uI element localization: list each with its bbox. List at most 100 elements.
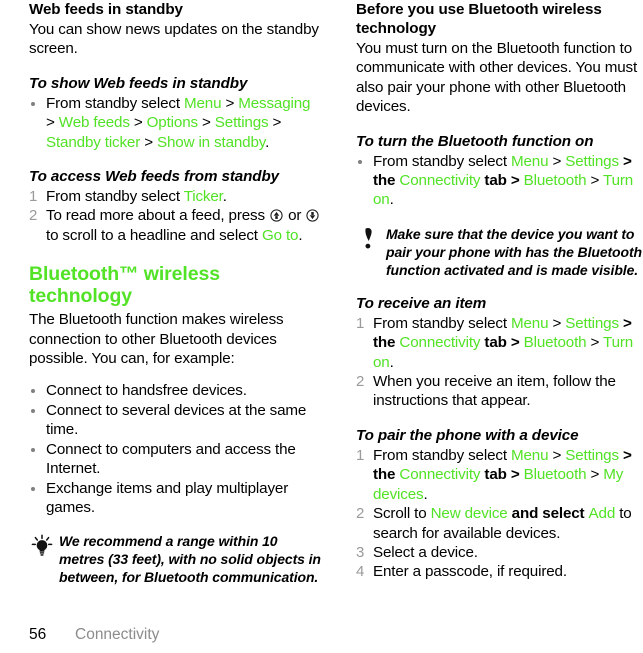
- separator: >: [140, 133, 157, 151]
- separator: >: [46, 114, 59, 132]
- list-item: 2 Scroll to New device and select Add to…: [356, 504, 643, 543]
- ui-term-settings: Settings: [565, 152, 619, 170]
- step-number: 1: [356, 314, 365, 332]
- separator: >: [221, 94, 239, 112]
- tip-callout: We recommend a range within 10 metres (3…: [29, 532, 321, 586]
- list-access-web-feeds: 1 From standby select Ticker. 2 To read …: [29, 187, 321, 245]
- step-number: 3: [356, 543, 365, 561]
- ui-term-new-device: New device: [430, 505, 508, 523]
- ui-term-connectivity: Connectivity: [399, 172, 481, 190]
- step-number: 1: [356, 446, 365, 464]
- heading-to-receive-an-item: To receive an item: [356, 294, 487, 312]
- step-text-lead: From standby select: [373, 152, 511, 170]
- list-item: 4 Enter a passcode, if required.: [356, 562, 643, 581]
- list-item: 2 When you receive an item, follow the i…: [356, 372, 643, 411]
- ui-term-menu: Menu: [183, 94, 222, 112]
- separator: >: [129, 114, 147, 132]
- separator: >: [197, 114, 215, 132]
- list-item: From standby select Menu > Settings > th…: [356, 152, 643, 210]
- separator: >: [548, 152, 566, 170]
- period: .: [389, 191, 394, 209]
- step-number: 1: [29, 188, 38, 206]
- ui-term-ticker: Ticker: [183, 188, 223, 206]
- list-item: Connect to several devices at the same t…: [29, 401, 321, 440]
- bullet-dot-icon: [31, 389, 35, 394]
- bullet-text: Connect to handsfree devices.: [46, 382, 247, 400]
- separator: >: [586, 334, 604, 352]
- step-text-lead: From standby select: [373, 314, 511, 332]
- ui-term-connectivity: Connectivity: [399, 334, 481, 352]
- page-footer: 56 Connectivity: [29, 626, 159, 644]
- step-text-lead: Scroll to: [373, 505, 431, 523]
- list-item: 3 Select a device.: [356, 543, 643, 562]
- period: .: [222, 188, 227, 206]
- ui-term-bluetooth: Bluetooth: [523, 334, 587, 352]
- step-number: 2: [356, 373, 365, 391]
- step-text-a: To read more about a feed, press: [46, 207, 269, 225]
- page-number: 56: [29, 626, 47, 643]
- paragraph-web-feeds-intro: You can show news updates on the standby…: [29, 21, 319, 58]
- tip-text: We recommend a range within 10 metres (3…: [59, 533, 321, 586]
- list-item: 1 From standby select Menu > Settings > …: [356, 446, 643, 504]
- separator: >: [586, 172, 604, 190]
- ui-term-options: Options: [146, 114, 198, 132]
- heading-to-show-web-feeds-in-standby: To show Web feeds in standby: [29, 74, 248, 92]
- step-text: Select a device.: [373, 543, 478, 561]
- heading-to-turn-the-bluetooth-function-on: To turn the Bluetooth function on: [356, 132, 594, 150]
- ui-term-standby-ticker: Standby ticker: [46, 133, 141, 151]
- heading-web-feeds-in-standby: Web feeds in standby: [29, 1, 183, 18]
- separator-tab: tab >: [480, 172, 524, 190]
- separator: >: [548, 314, 566, 332]
- list-item: From standby select Menu > Messaging > W…: [29, 94, 321, 152]
- bullet-dot-icon: [31, 447, 35, 452]
- right-column: Before you use Bluetooth wireless techno…: [356, 0, 643, 582]
- period: .: [423, 485, 428, 503]
- heading-to-access-web-feeds-from-standby: To access Web feeds from standby: [29, 168, 280, 186]
- step-text-b: or: [284, 207, 306, 225]
- lightbulb-tip-icon: [29, 533, 55, 559]
- note-callout: Make sure that the device you want to pa…: [356, 225, 643, 279]
- list-item: Connect to handsfree devices.: [29, 381, 321, 400]
- ui-term-menu: Menu: [510, 314, 549, 332]
- step-text: When you receive an item, follow the ins…: [373, 373, 616, 410]
- list-bluetooth-capabilities: Connect to handsfree devices. Connect to…: [29, 381, 321, 517]
- separator: >: [586, 466, 604, 484]
- separator: >: [548, 446, 566, 464]
- step-text-c: to scroll to a headline and select: [46, 226, 262, 244]
- list-item: Exchange items and play multiplayer game…: [29, 479, 321, 518]
- paragraph-bluetooth-intro: The Bluetooth function makes wireless co…: [29, 311, 284, 368]
- list-pair-phone: 1 From standby select Menu > Settings > …: [356, 446, 643, 582]
- step-text-lead: From standby select: [46, 188, 184, 206]
- bullet-text: Connect to several devices at the same t…: [46, 401, 307, 439]
- bullet-dot-icon: [31, 486, 35, 491]
- list-show-web-feeds: From standby select Menu > Messaging > W…: [29, 94, 321, 152]
- step-number: 2: [29, 207, 38, 225]
- bullet-dot-icon: [31, 101, 35, 106]
- bullet-text: Connect to computers and access the Inte…: [46, 440, 296, 478]
- step-text-lead: From standby select: [46, 94, 184, 112]
- ui-term-connectivity: Connectivity: [399, 466, 481, 484]
- separator-tab: tab >: [480, 334, 524, 352]
- step-number: 4: [356, 563, 365, 581]
- period: .: [298, 226, 303, 244]
- paragraph-before-you-use-intro: You must turn on the Bluetooth function …: [356, 40, 638, 116]
- ui-term-messaging: Messaging: [238, 94, 311, 112]
- list-item: Connect to computers and access the Inte…: [29, 440, 321, 479]
- list-receive-an-item: 1 From standby select Menu > Settings > …: [356, 314, 643, 411]
- chapter-name: Connectivity: [75, 626, 160, 643]
- ui-term-menu: Menu: [510, 446, 549, 464]
- ui-term-settings: Settings: [565, 314, 619, 332]
- bullet-dot-icon: [31, 408, 35, 413]
- bullet-text: Exchange items and play multiplayer game…: [46, 479, 289, 516]
- ui-term-bluetooth: Bluetooth: [523, 466, 587, 484]
- ui-term-settings: Settings: [214, 114, 269, 132]
- ui-term-menu: Menu: [510, 152, 549, 170]
- ui-term-bluetooth: Bluetooth: [523, 172, 587, 190]
- list-item: 1 From standby select Menu > Settings > …: [356, 314, 643, 372]
- step-number: 2: [356, 505, 365, 523]
- ui-term-settings: Settings: [565, 446, 619, 464]
- ui-term-go-to: Go to: [261, 226, 299, 244]
- exclamation-note-icon: [356, 226, 382, 252]
- period: .: [389, 353, 394, 371]
